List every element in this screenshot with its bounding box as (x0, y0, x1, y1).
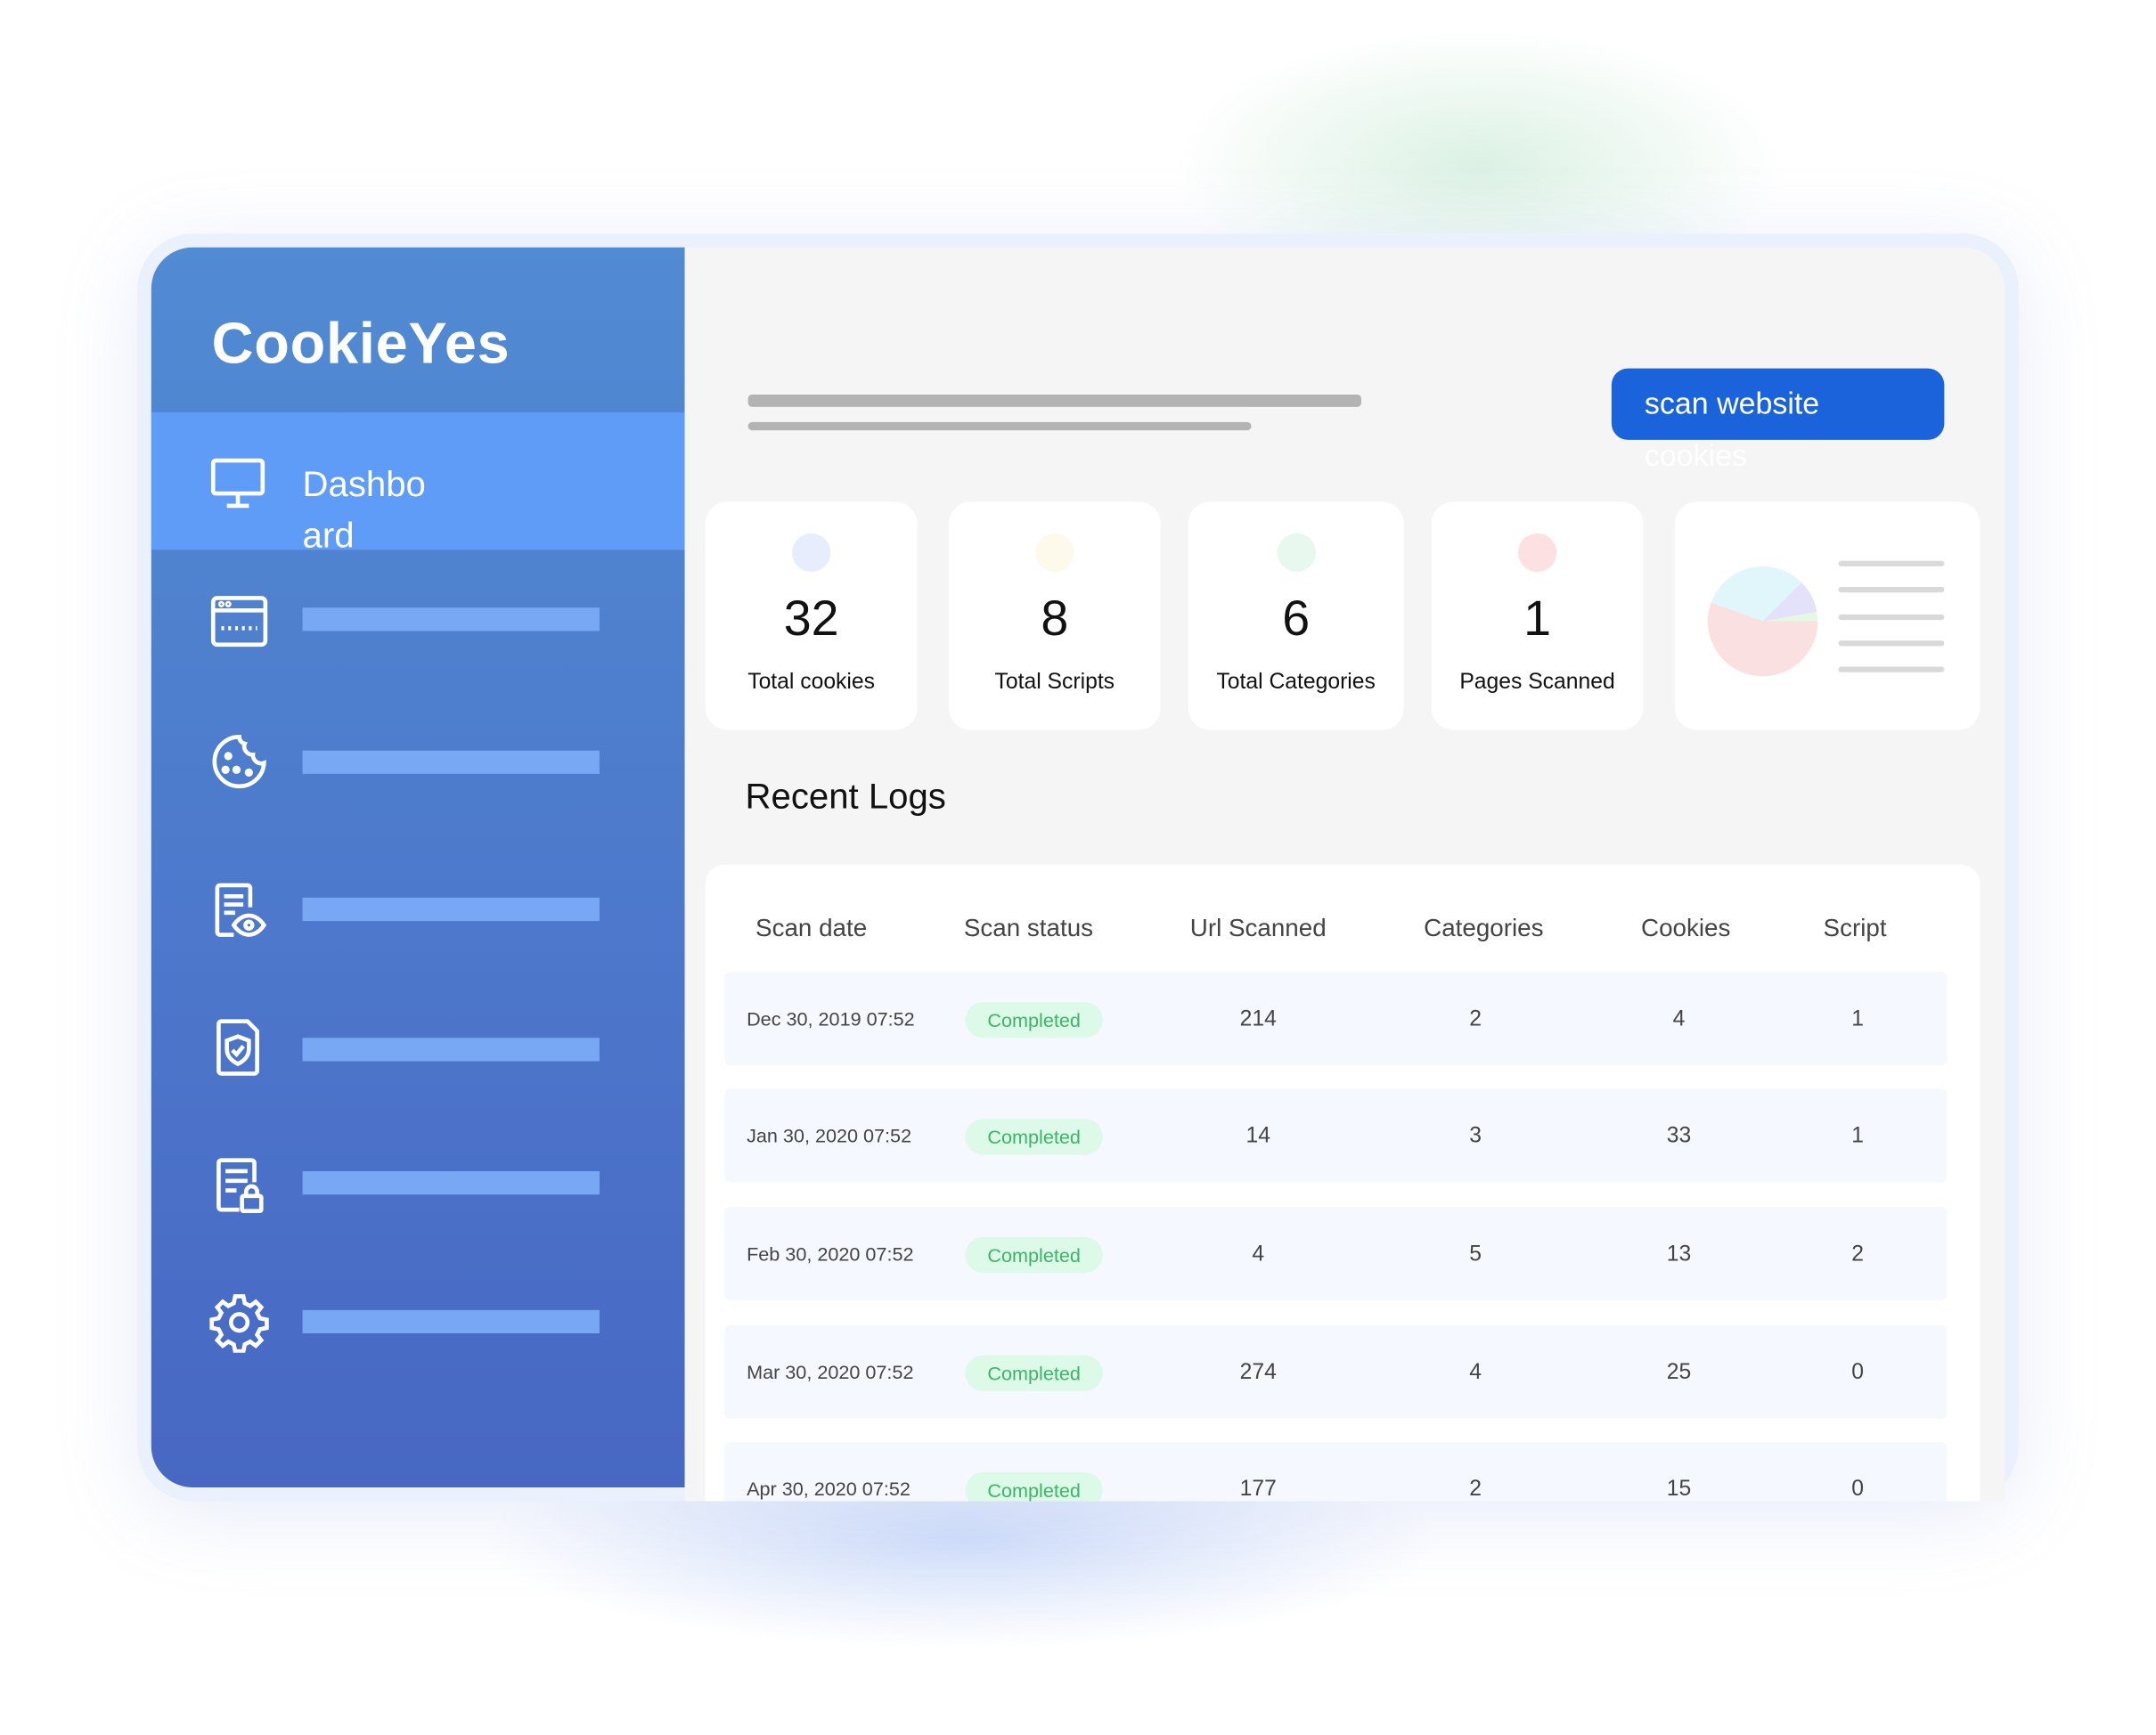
monitor-icon (210, 458, 265, 509)
legend-placeholder (1838, 666, 1945, 672)
cell-categories: 2 (1469, 1007, 1482, 1031)
stat-card-total-cookies: 32 Total cookies (705, 501, 918, 730)
table-row[interactable]: Jan 30, 2020 07:52 Completed 14 3 33 1 (724, 1088, 1948, 1183)
cell-categories: 5 (1469, 1242, 1482, 1267)
cell-urls: 214 (1239, 1007, 1277, 1031)
scan-button-label-overflow: cookies (1644, 438, 1748, 473)
cell-cookies: 15 (1666, 1478, 1692, 1502)
status-badge: Completed (965, 1119, 1103, 1155)
stat-value: 32 (783, 590, 839, 647)
cell-script: 1 (1851, 1124, 1865, 1148)
pie-chart-card (1674, 501, 1980, 730)
column-header[interactable]: Cookies (1641, 914, 1730, 942)
column-header[interactable]: Script (1824, 914, 1887, 942)
stat-dot (1517, 533, 1557, 573)
sidebar-item-placeholder (302, 1170, 600, 1195)
stat-label: Total Categories (1216, 671, 1376, 695)
cell-script: 0 (1851, 1360, 1865, 1385)
main-content: scan website cookies 32 Total cookies 8 … (684, 247, 2005, 1502)
stat-card-total-scripts: 8 Total Scripts (948, 501, 1161, 730)
scan-date: Feb 30, 2020 07:52 (747, 1242, 914, 1265)
subtitle-placeholder (747, 421, 1252, 431)
document-lock-icon (216, 1158, 264, 1214)
cell-cookies: 13 (1666, 1242, 1692, 1267)
scan-date: Jan 30, 2020 07:52 (747, 1124, 912, 1147)
legend-placeholder (1838, 614, 1945, 621)
column-header[interactable]: Scan status (964, 914, 1093, 942)
legend-placeholder (1838, 640, 1945, 647)
stat-card-pages-scanned: 1 Pages Scanned (1431, 501, 1644, 730)
sidebar-item-placeholder (302, 1038, 600, 1062)
cookie-icon (212, 734, 266, 789)
table-row[interactable]: Apr 30, 2020 07:52 Completed 177 2 15 0 (724, 1442, 1948, 1502)
column-header[interactable]: Scan date (755, 914, 867, 942)
stat-label: Total Scripts (994, 671, 1115, 695)
stat-card-total-categories: 6 Total Categories (1188, 501, 1404, 730)
table-row[interactable]: Dec 30, 2019 07:52 Completed 214 2 4 1 (724, 972, 1948, 1066)
legend-placeholder (1838, 587, 1945, 593)
recent-logs-table: Scan date Scan status Url Scanned Catego… (705, 864, 1980, 1502)
stat-value: 1 (1523, 590, 1551, 647)
status-badge: Completed (965, 1355, 1103, 1391)
column-header[interactable]: Categories (1424, 914, 1543, 942)
cell-cookies: 4 (1672, 1007, 1686, 1031)
cell-urls: 14 (1245, 1124, 1270, 1148)
stat-dot (1277, 533, 1316, 573)
stat-dot (791, 533, 831, 573)
scan-date: Apr 30, 2020 07:52 (747, 1478, 911, 1500)
document-shield-icon (216, 1019, 259, 1076)
scan-date: Dec 30, 2019 07:52 (747, 1007, 915, 1030)
cell-categories: 4 (1469, 1360, 1482, 1385)
gear-icon (209, 1294, 269, 1353)
cell-categories: 2 (1469, 1478, 1482, 1502)
sidebar-item-dashboard[interactable]: Dashboard (151, 412, 685, 556)
table-row[interactable]: Mar 30, 2020 07:52 Completed 274 4 25 0 (724, 1324, 1948, 1419)
scan-date: Mar 30, 2020 07:52 (747, 1360, 914, 1383)
cell-script: 2 (1851, 1242, 1865, 1267)
cell-urls: 177 (1239, 1478, 1277, 1502)
cell-urls: 4 (1252, 1242, 1265, 1267)
scan-website-button[interactable]: scan website cookies (1611, 368, 1945, 473)
scan-button-label: scan website (1644, 386, 1820, 421)
stat-value: 6 (1282, 590, 1311, 647)
cell-categories: 3 (1469, 1124, 1482, 1148)
legend-placeholder (1838, 560, 1945, 566)
sidebar-item-placeholder (302, 750, 600, 774)
document-eye-icon (215, 883, 266, 937)
logo: CookieYes (211, 310, 510, 376)
browser-window-icon (210, 596, 268, 648)
status-badge: Completed (965, 1237, 1103, 1274)
section-title: Recent Logs (745, 775, 946, 817)
pie-chart (1707, 566, 1818, 677)
cell-script: 0 (1851, 1478, 1865, 1502)
stat-label: Pages Scanned (1459, 671, 1615, 695)
sidebar-item-label: Dashboard (302, 463, 426, 556)
sidebar-item-placeholder (302, 897, 600, 922)
cell-script: 1 (1851, 1007, 1865, 1031)
column-header[interactable]: Url Scanned (1190, 914, 1327, 942)
stat-label: Total cookies (747, 671, 875, 695)
status-badge: Completed (965, 1002, 1103, 1039)
title-placeholder (747, 394, 1361, 407)
stat-dot (1035, 533, 1074, 573)
cell-cookies: 33 (1666, 1124, 1692, 1148)
sidebar-item-placeholder (302, 607, 600, 631)
table-row[interactable]: Feb 30, 2020 07:52 Completed 4 5 13 2 (724, 1207, 1948, 1301)
status-badge: Completed (965, 1471, 1103, 1502)
cell-urls: 274 (1239, 1360, 1277, 1385)
cell-cookies: 25 (1666, 1360, 1692, 1385)
sidebar: CookieYes Dashboard (151, 247, 685, 1487)
sidebar-item-placeholder (302, 1309, 600, 1334)
stat-value: 8 (1041, 590, 1069, 647)
